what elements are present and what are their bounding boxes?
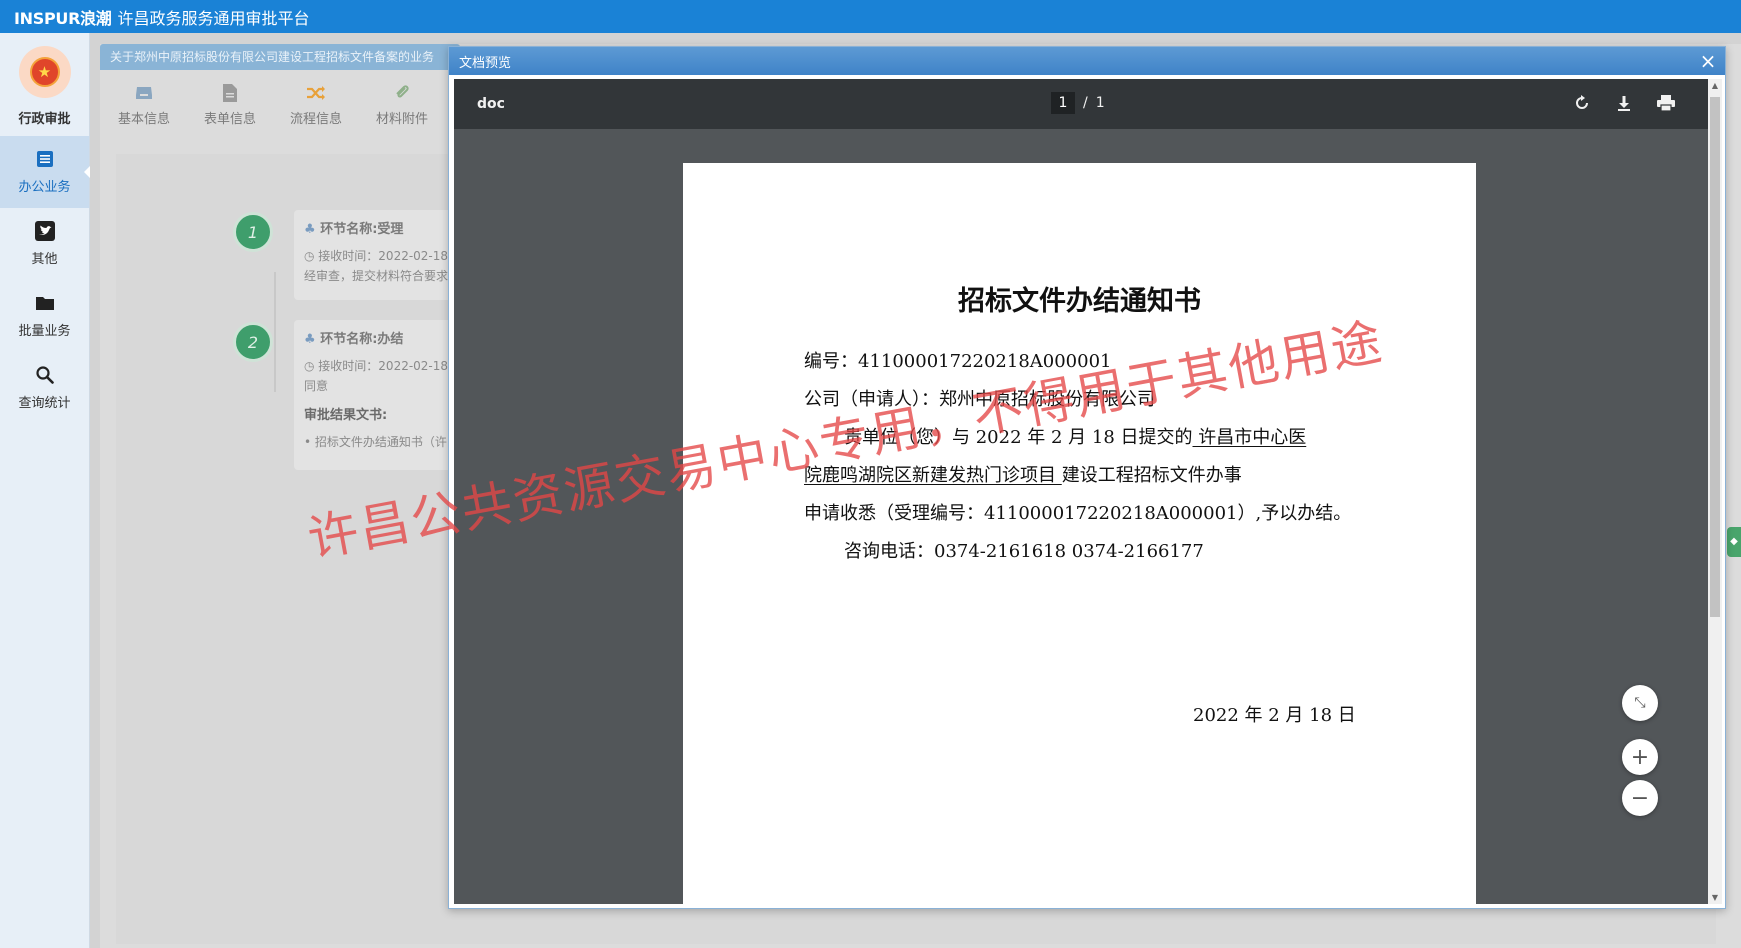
sidebar: ★ 行政审批 办公业务 其他 批量业务 查询统计 bbox=[0, 33, 90, 948]
step-card: ♣ 环节名称:受理 ◷ 接收时间：2022-02-18 经审查，提交材料符合要求 bbox=[294, 210, 464, 300]
top-bar: INSPUR浪潮 许昌政务服务通用审批平台 bbox=[0, 0, 1741, 33]
modal-title: 文档预览 bbox=[459, 55, 512, 71]
tool-attachments[interactable]: 材料附件 bbox=[376, 82, 428, 127]
document-body-line: 申请收悉（受理编号：411000017220218A000001）,予以办结。 bbox=[804, 503, 1352, 524]
document-body-line: 院鹿鸣湖院区新建发热门诊项目 建设工程招标文件办事 bbox=[804, 465, 1242, 486]
project-name-underline: 院鹿鸣湖院区新建发热门诊项目 bbox=[804, 465, 1062, 486]
inbox-icon bbox=[135, 82, 153, 104]
page-separator: / bbox=[1083, 95, 1088, 111]
modal-scrollbar[interactable]: ▲ ▼ bbox=[1708, 79, 1722, 904]
sidebar-item-label: 办公业务 bbox=[18, 180, 71, 195]
rotate-icon[interactable] bbox=[1570, 91, 1594, 115]
app-title: 许昌政务服务通用审批平台 bbox=[117, 8, 310, 28]
document-icon bbox=[222, 82, 238, 104]
download-icon[interactable] bbox=[1612, 91, 1636, 115]
page-indicator: 1 / 1 bbox=[1051, 92, 1105, 114]
compress-icon: ⤡ bbox=[1634, 695, 1646, 711]
viewer-toolbar: doc 1 / 1 bbox=[454, 79, 1708, 129]
step-number-badge: 1 bbox=[233, 212, 273, 252]
sidebar-logo[interactable]: ★ 行政审批 bbox=[0, 33, 89, 136]
shuffle-icon bbox=[306, 82, 326, 104]
result-label: 审批结果文书: bbox=[304, 408, 388, 423]
step-name: ♣ 环节名称:办结 bbox=[304, 332, 404, 347]
step-number-badge: 2 bbox=[233, 322, 273, 362]
list-icon bbox=[35, 149, 55, 169]
document-body-line: 贵单位（您）与 2022 年 2 月 18 日提交的 许昌市中心医 bbox=[844, 427, 1307, 448]
brand-logo: INSPUR浪潮 bbox=[14, 8, 112, 28]
document-page: 招标文件办结通知书 编号：411000017220218A000001 公司（申… bbox=[683, 163, 1476, 904]
sidebar-item-label: 其他 bbox=[31, 252, 58, 267]
modal-header: 文档预览 × bbox=[449, 47, 1725, 75]
sidebar-item-label: 查询统计 bbox=[18, 396, 71, 411]
sidebar-logo-label: 行政审批 bbox=[18, 112, 71, 127]
document-phone: 咨询电话：0374-2161618 0374-2166177 bbox=[844, 541, 1204, 562]
side-tab-handle[interactable]: ◆ bbox=[1727, 527, 1741, 557]
sidebar-item-batch[interactable]: 批量业务 bbox=[0, 280, 89, 352]
sidebar-item-other[interactable]: 其他 bbox=[0, 208, 89, 280]
document-number: 编号：411000017220218A000001 bbox=[804, 351, 1112, 372]
viewer-actions bbox=[1570, 91, 1678, 115]
project-name-underline: 许昌市中心医 bbox=[1192, 427, 1307, 448]
business-tab[interactable]: 关于郑州中原招标股份有限公司建设工程招标文件备案的业务 bbox=[100, 44, 460, 70]
tool-flow-info[interactable]: 流程信息 bbox=[290, 82, 342, 127]
twitter-icon bbox=[34, 221, 55, 241]
scroll-up-icon[interactable]: ▲ bbox=[1708, 81, 1722, 90]
tool-label: 表单信息 bbox=[204, 112, 257, 127]
folder-icon bbox=[35, 293, 55, 313]
step-time: ◷ 接收时间：2022-02-18 bbox=[304, 359, 449, 373]
tool-label: 流程信息 bbox=[290, 112, 343, 127]
document-title: 招标文件办结通知书 bbox=[958, 286, 1201, 317]
paperclip-icon bbox=[394, 82, 410, 104]
fit-page-button[interactable]: ⤡ bbox=[1622, 685, 1658, 721]
timeline-line bbox=[274, 272, 276, 392]
scroll-down-icon[interactable]: ▼ bbox=[1708, 893, 1722, 902]
zoom-out-button[interactable]: − bbox=[1622, 780, 1658, 816]
sidebar-item-query[interactable]: 查询统计 bbox=[0, 352, 89, 424]
document-date: 2022 年 2 月 18 日 bbox=[1193, 705, 1356, 726]
scrollbar-thumb[interactable] bbox=[1710, 97, 1720, 617]
sidebar-item-label: 批量业务 bbox=[18, 324, 71, 339]
tool-label: 材料附件 bbox=[376, 112, 429, 127]
file-name: doc bbox=[477, 96, 505, 112]
tool-form-info[interactable]: 表单信息 bbox=[204, 82, 256, 127]
document-company: 公司（申请人）：郑州中原招标股份有限公司 bbox=[804, 389, 1155, 410]
sidebar-item-office[interactable]: 办公业务 bbox=[0, 136, 90, 208]
step-name: ♣ 环节名称:受理 bbox=[304, 222, 404, 237]
step-note: 同意 bbox=[304, 379, 329, 393]
step-card: ♣ 环节名称:办结 ◷ 接收时间：2022-02-18 同意 审批结果文书: •… bbox=[294, 320, 464, 470]
search-icon bbox=[35, 365, 55, 385]
document-preview-modal: 文档预览 × doc 1 / 1 招标文件办结通知书 编号：4110000172… bbox=[448, 46, 1726, 909]
close-button[interactable]: × bbox=[1697, 50, 1719, 72]
page-total: 1 bbox=[1095, 95, 1105, 111]
step-time: ◷ 接收时间：2022-02-18 bbox=[304, 249, 449, 263]
pdf-viewer: doc 1 / 1 招标文件办结通知书 编号：411000017220218A0… bbox=[454, 79, 1708, 904]
minus-icon: − bbox=[1630, 785, 1650, 811]
print-icon[interactable] bbox=[1654, 91, 1678, 115]
plus-icon: + bbox=[1630, 744, 1650, 770]
emblem-icon: ★ bbox=[18, 46, 71, 98]
result-file-link[interactable]: • 招标文件办结通知书（许 bbox=[304, 433, 454, 450]
zoom-in-button[interactable]: + bbox=[1622, 739, 1658, 775]
tool-basic-info[interactable]: 基本信息 bbox=[118, 82, 170, 127]
business-toolbar: 基本信息 表单信息 流程信息 材料附件 bbox=[118, 82, 428, 127]
page-number-input[interactable]: 1 bbox=[1051, 92, 1075, 114]
tool-label: 基本信息 bbox=[118, 112, 171, 127]
step-note: 经审查，提交材料符合要求 bbox=[304, 269, 449, 283]
